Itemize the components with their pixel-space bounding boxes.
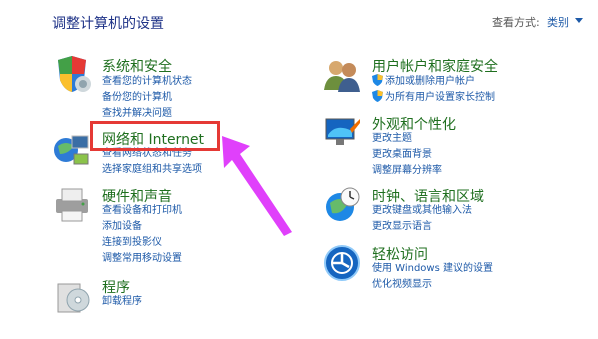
chevron-down-icon[interactable] xyxy=(575,18,583,23)
view-by-label: 查看方式: xyxy=(492,16,540,29)
link-parental-controls[interactable]: 为所有用户设置家长控制 xyxy=(372,90,495,106)
category-title[interactable]: 用户帐户和家庭安全 xyxy=(372,56,498,76)
link-homegroup[interactable]: 选择家庭组和共享选项 xyxy=(102,162,202,178)
link-recommended-settings[interactable]: 使用 Windows 建议的设置 xyxy=(372,261,493,277)
category-clock-language: 时钟、语言和区域 更改键盘或其他输入法 更改显示语言 xyxy=(322,185,542,235)
view-mode-dropdown[interactable]: 类别 xyxy=(547,14,569,30)
category-ease-of-access: 轻松访问 使用 Windows 建议的设置 优化视频显示 xyxy=(322,243,542,293)
category-system-security: 系统和安全 查看您的计算机状态 备份您的计算机 查找并解决问题 xyxy=(52,54,252,124)
uac-shield-icon xyxy=(372,74,383,86)
page-title: 调整计算机的设置 xyxy=(52,16,164,32)
link-mobility[interactable]: 调整常用移动设置 xyxy=(102,251,182,267)
link-projector[interactable]: 连接到投影仪 xyxy=(102,235,182,251)
link-optimize-display[interactable]: 优化视频显示 xyxy=(372,277,493,293)
link-uninstall[interactable]: 卸载程序 xyxy=(102,294,142,310)
clock-globe-icon xyxy=(326,187,360,221)
link-add-device[interactable]: 添加设备 xyxy=(102,219,182,235)
link-desktop-background[interactable]: 更改桌面背景 xyxy=(372,147,442,163)
category-user-accounts: 用户帐户和家庭安全 添加或删除用户帐户 为所有用户设置家长控制 xyxy=(322,54,542,109)
appearance-icon xyxy=(325,118,360,145)
ease-of-access-icon xyxy=(324,245,360,281)
pointer-arrow-icon xyxy=(222,136,292,236)
link-screen-resolution[interactable]: 调整屏幕分辨率 xyxy=(372,163,442,179)
printer-icon xyxy=(56,188,88,222)
link-devices-printers[interactable]: 查看设备和打印机 xyxy=(102,203,182,219)
link-display-language[interactable]: 更改显示语言 xyxy=(372,219,472,235)
security-shield-icon xyxy=(58,56,91,92)
users-icon xyxy=(324,61,360,92)
link-change-theme[interactable]: 更改主题 xyxy=(372,131,442,147)
link-change-keyboard[interactable]: 更改键盘或其他输入法 xyxy=(372,203,472,219)
link-add-remove-users[interactable]: 添加或删除用户帐户 xyxy=(372,74,495,90)
link-backup[interactable]: 备份您的计算机 xyxy=(102,90,192,106)
link-view-status[interactable]: 查看您的计算机状态 xyxy=(102,74,192,90)
uac-shield-icon xyxy=(372,90,383,102)
category-programs: 程序 卸载程序 xyxy=(52,276,252,316)
category-title[interactable]: 系统和安全 xyxy=(102,56,172,76)
program-box-icon xyxy=(57,283,90,313)
link-troubleshoot[interactable]: 查找并解决问题 xyxy=(102,106,192,122)
network-globe-icon xyxy=(54,135,89,165)
category-appearance: 外观和个性化 更改主题 更改桌面背景 调整屏幕分辨率 xyxy=(322,113,542,178)
